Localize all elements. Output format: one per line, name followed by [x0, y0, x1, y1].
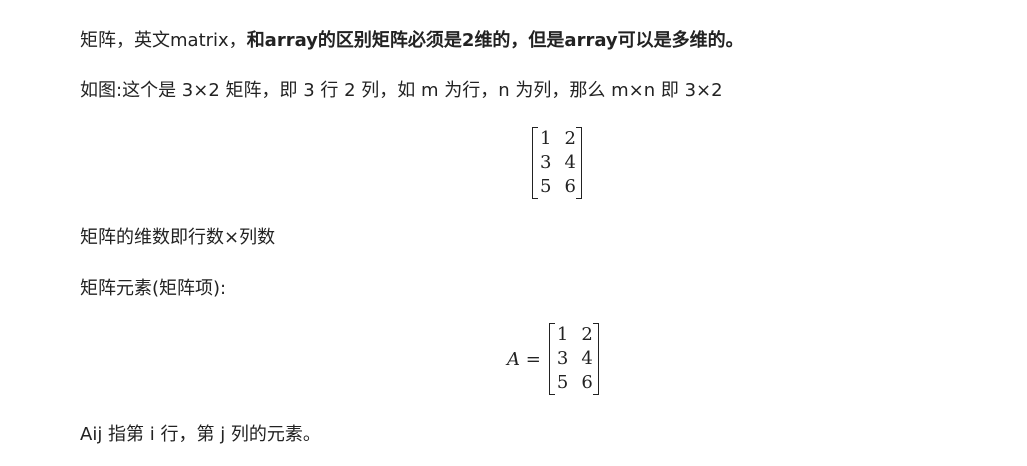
matrix-variable: A [507, 348, 520, 370]
matrix-cell: 1 [540, 128, 552, 149]
paragraph-elements-heading: 矩阵元素(矩阵项): [80, 278, 227, 299]
matrix-cell: 5 [556, 372, 569, 393]
matrix-cell: 3 [540, 152, 552, 173]
matrix-cell: 4 [581, 348, 593, 369]
paragraph-element-description: Aij 指第 i 行，第 j 列的元素。 [80, 424, 321, 445]
matrix-cell: 2 [564, 128, 576, 149]
matrix-cell: 4 [564, 152, 576, 173]
paragraph-dimension: 矩阵的维数即行数×列数 [80, 227, 276, 248]
matrix-row: 3 4 [540, 151, 576, 175]
matrix-display-1: 1 2 3 4 5 6 [532, 127, 582, 199]
matrix-cell: 2 [581, 324, 593, 345]
matrix-row: 1 2 [540, 127, 576, 151]
paragraph-definition: 矩阵，英文matrix，和array的区别矩阵必须是2维的，但是array可以是… [80, 29, 744, 53]
definition-bold-text: 和array的区别矩阵必须是2维的，但是array可以是多维的。 [246, 30, 744, 51]
matrix-cell: 6 [564, 176, 576, 197]
matrix-a: 1 2 3 4 5 6 [548, 323, 599, 395]
matrix-3x2: 1 2 3 4 5 6 [532, 127, 582, 199]
matrix-row: 1 2 [557, 323, 593, 347]
matrix-cell: 1 [556, 324, 569, 345]
paragraph-example: 如图:这个是 3×2 矩阵，即 3 行 2 列，如 m 为行，n 为列，那么 m… [80, 80, 723, 101]
matrix-row: 5 6 [557, 371, 593, 395]
matrix-row: 5 6 [540, 175, 576, 199]
matrix-cell: 6 [581, 372, 593, 393]
matrix-cell: 3 [556, 348, 569, 369]
matrix-equation-lhs: A = [507, 349, 541, 370]
matrix-cell: 5 [540, 176, 552, 197]
equals-sign: = [525, 348, 541, 370]
matrix-display-2: A = 1 2 3 4 5 6 [507, 323, 599, 395]
definition-normal-text: 矩阵，英文matrix， [80, 30, 247, 51]
matrix-row: 3 4 [557, 347, 593, 371]
